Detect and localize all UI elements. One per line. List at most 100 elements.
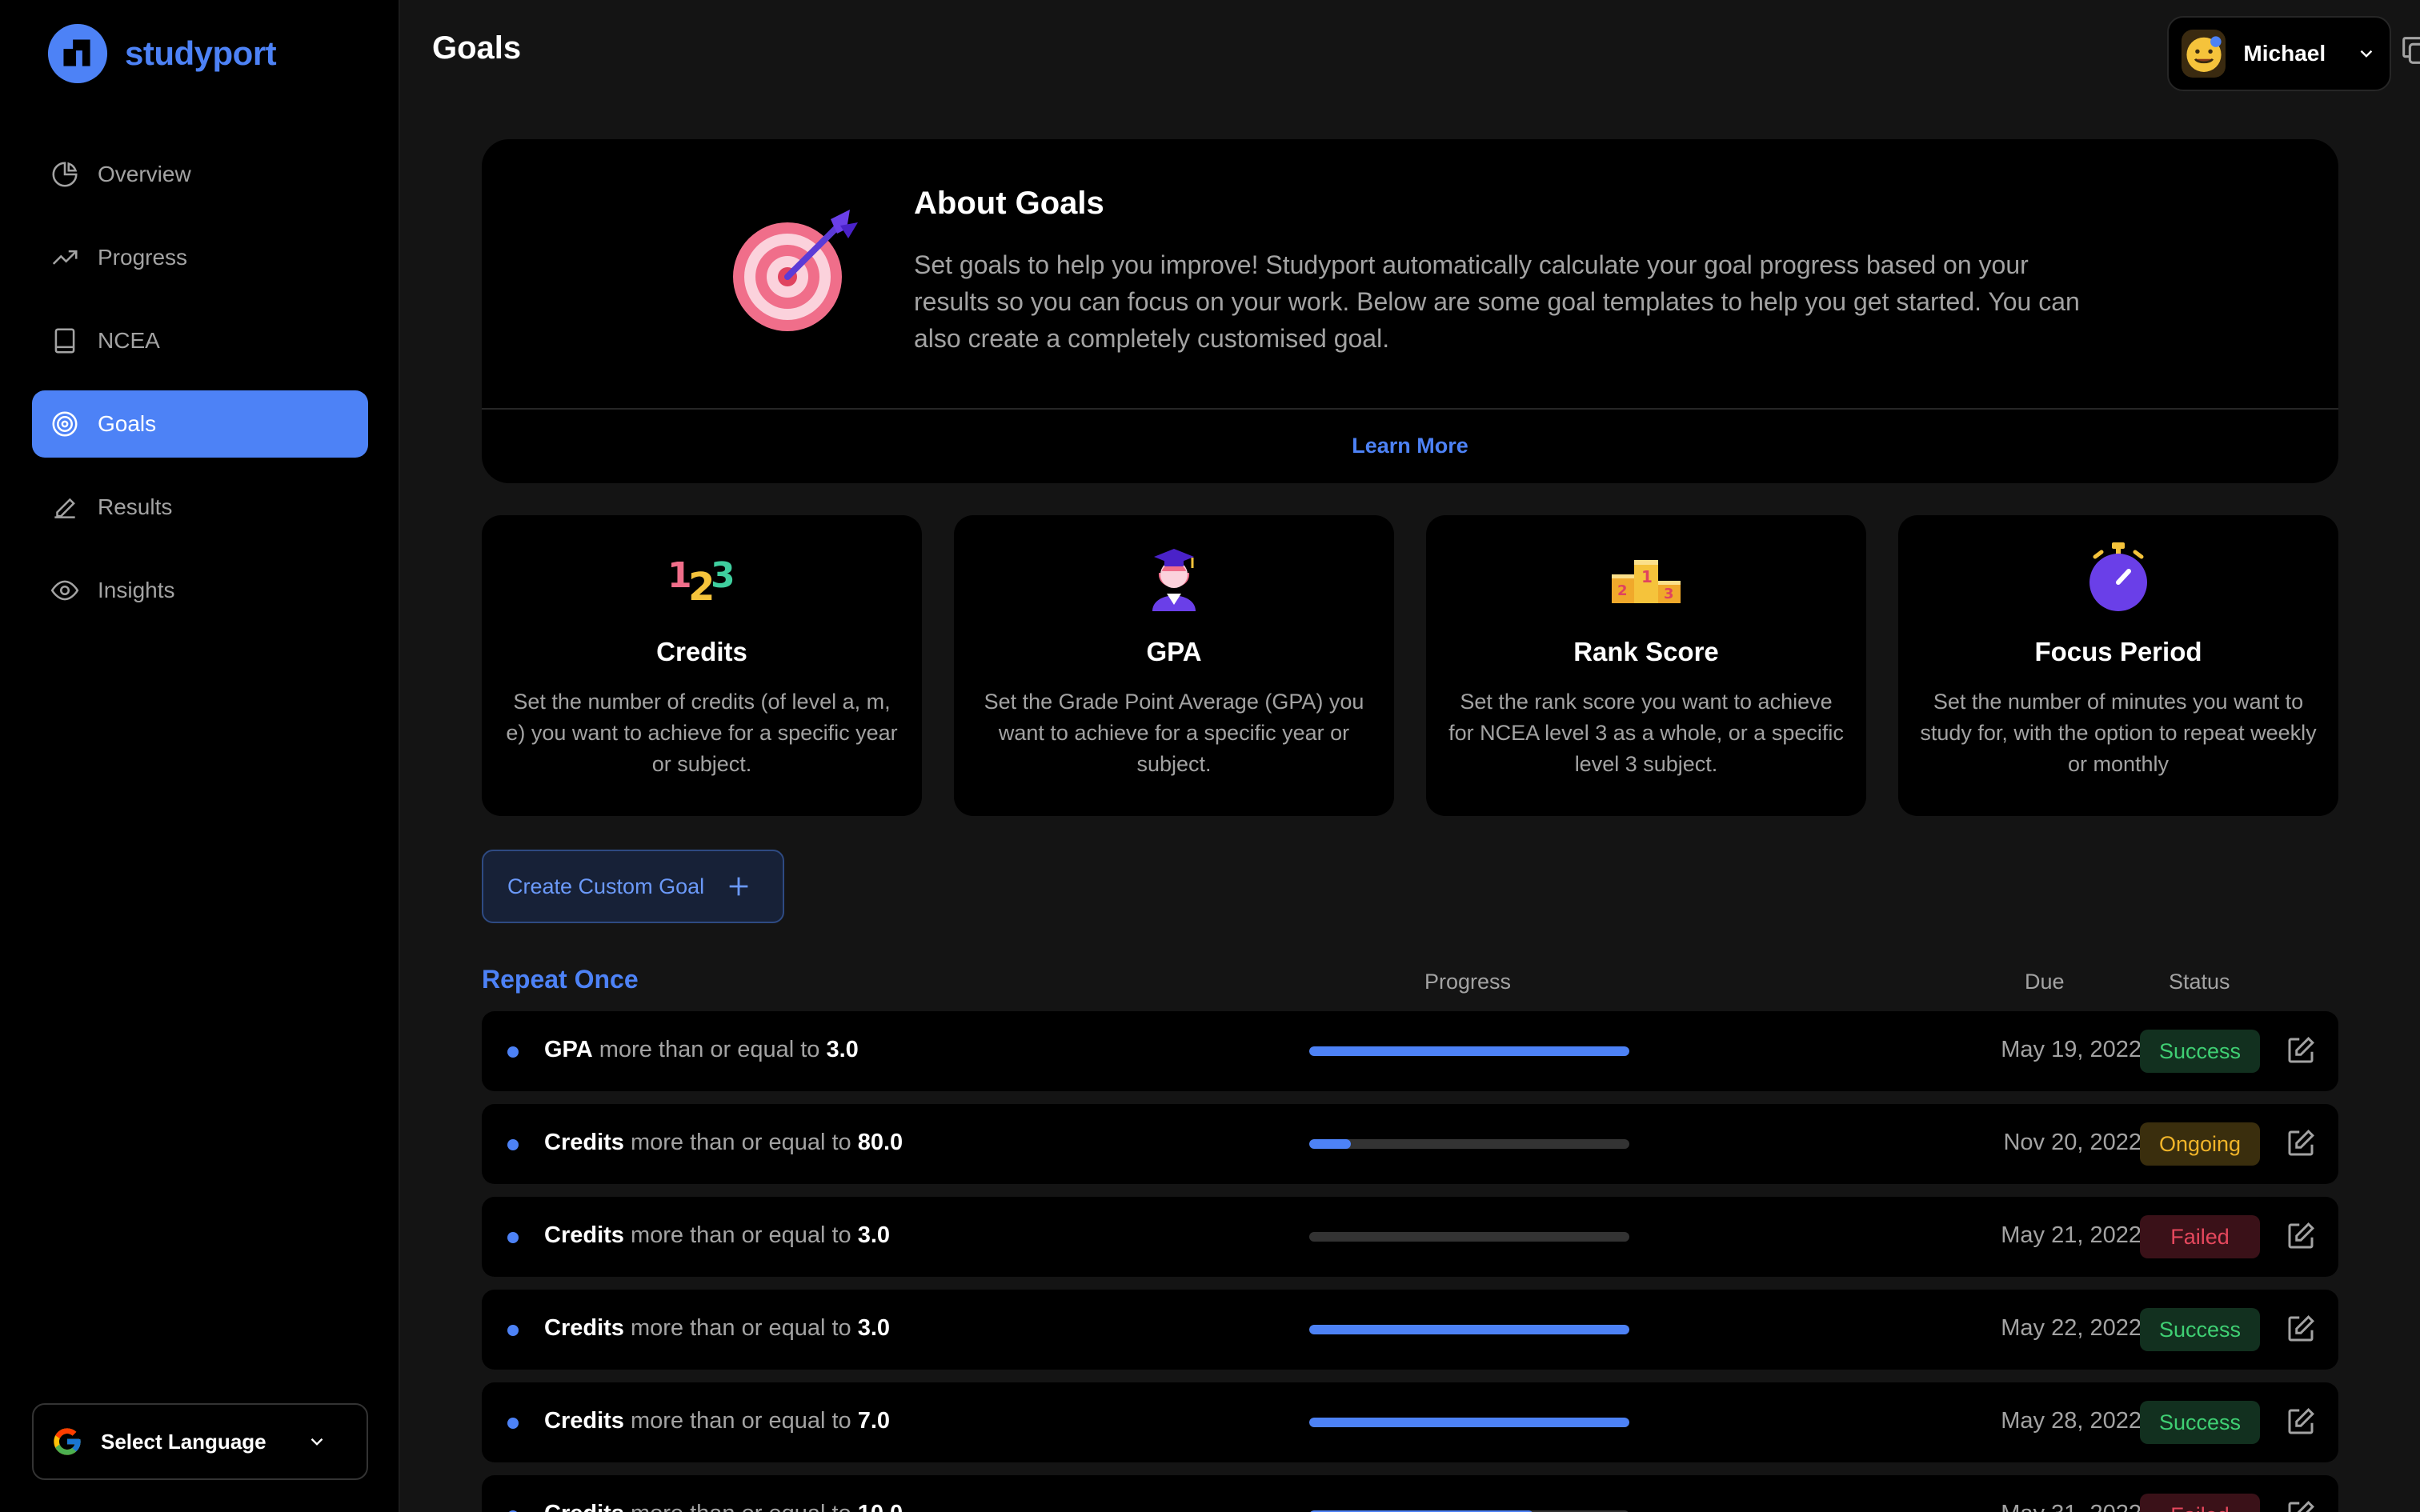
progress-fill [1309,1418,1629,1427]
goal-row[interactable]: Credits more than or equal to 3.0 May 21… [482,1197,2338,1277]
sidebar-item-results[interactable]: Results [32,474,368,541]
due-date: Nov 20, 2022 [2003,1130,2142,1155]
goal-operator: more than or equal to [630,1408,851,1434]
status-badge: Success [2140,1308,2260,1351]
goal-operator: more than or equal to [630,1315,851,1341]
status-badge: Failed [2140,1494,2260,1512]
due-date: May 28, 2022 [2001,1408,2142,1434]
brand-name: studyport [125,34,277,72]
edit-icon[interactable] [2284,1126,2318,1160]
goal-row[interactable]: Credits more than or equal to 7.0 May 28… [482,1382,2338,1462]
sidebar-item-label: Progress [98,245,188,270]
sidebar: studyport Overview Progress NCEA Goals R… [0,0,400,1512]
sidebar-item-label: Goals [98,411,157,436]
eye-icon [50,580,79,601]
sidebar-item-ncea[interactable]: NCEA [32,307,368,374]
template-card-credits[interactable]: 1 2 3 Credits Set the number of credits … [482,515,922,816]
svg-text:3: 3 [1664,586,1674,602]
due-date: May 21, 2022 [2001,1222,2142,1248]
goal-row[interactable]: Credits more than or equal to 3.0 May 22… [482,1290,2338,1370]
goal-list: GPA more than or equal to 3.0 May 19, 20… [482,1011,2338,1512]
goal-row[interactable]: GPA more than or equal to 3.0 May 19, 20… [482,1011,2338,1091]
sidebar-item-label: Overview [98,162,191,186]
edit-icon[interactable] [2284,1219,2318,1253]
progress-fill [1309,1325,1629,1334]
progress-fill [1309,1046,1629,1056]
goal-target: 80.0 [857,1130,903,1155]
stopwatch-icon [2089,542,2147,611]
goal-description: Credits more than or equal to 10.0 [544,1501,903,1512]
language-select[interactable]: Select Language [32,1403,368,1480]
podium-icon: 1 2 3 [1612,560,1681,603]
progress-bar [1309,1139,1629,1149]
create-custom-goal-button[interactable]: Create Custom Goal [482,850,784,923]
learn-more-link[interactable]: Learn More [482,408,2338,483]
template-card-focus-period[interactable]: Focus Period Set the number of minutes y… [1898,515,2338,816]
goal-target: 3.0 [857,1222,891,1248]
template-card-rank-score[interactable]: 1 2 3 Rank Score Set the rank score you … [1426,515,1866,816]
chevron-down-icon [311,1438,323,1446]
sidebar-item-label: Results [98,494,173,519]
goal-target: 3.0 [857,1315,891,1341]
bullet-dot [507,1046,519,1058]
goal-row[interactable]: Credits more than or equal to 10.0 May 3… [482,1475,2338,1512]
goal-metric: Credits [544,1501,624,1512]
template-title: GPA [1146,637,1202,666]
bullet-dot [507,1418,519,1429]
section-title: Repeat Once [482,965,639,994]
goal-description: Credits more than or equal to 7.0 [544,1408,890,1434]
edit-icon[interactable] [2284,1034,2318,1067]
due-date: May 22, 2022 [2001,1315,2142,1341]
plus-icon [729,877,748,896]
status-badge: Success [2140,1030,2260,1073]
goal-description: Credits more than or equal to 3.0 [544,1315,890,1342]
status-badge: Ongoing [2140,1122,2260,1166]
brand[interactable]: studyport [46,22,277,85]
page-title: Goals [432,30,522,66]
about-goals-card: About Goals Set goals to help you improv… [482,139,2338,483]
template-description: Set the rank score you want to achieve f… [1448,690,1844,776]
goal-description: Credits more than or equal to 3.0 [544,1222,890,1249]
sidebar-item-overview[interactable]: Overview [32,141,368,208]
pencil-icon [54,498,75,518]
edit-icon[interactable] [2284,1405,2318,1438]
goal-operator: more than or equal to [631,1501,851,1512]
google-icon [54,1428,81,1455]
status-badge: Success [2140,1401,2260,1444]
edit-icon[interactable] [2284,1498,2318,1512]
sidebar-item-goals[interactable]: Goals [32,390,368,458]
create-custom-goal-label: Create Custom Goal [507,874,705,898]
sidebar-item-progress[interactable]: Progress [32,224,368,291]
svg-text:3: 3 [711,555,735,596]
bullet-dot [507,1139,519,1150]
goal-metric: Credits [544,1408,624,1434]
top-header: Goals Michael [400,0,2420,109]
sidebar-nav: Overview Progress NCEA Goals Results Ins… [32,141,368,640]
goal-metric: Credits [544,1222,624,1248]
svg-text:2: 2 [1617,582,1628,599]
chevron-down-icon [2360,50,2373,58]
goal-target: 3.0 [826,1037,859,1062]
goal-row[interactable]: Credits more than or equal to 80.0 Nov 2… [482,1104,2338,1184]
column-header-due: Due [2025,970,2065,994]
pie-chart-icon [52,162,78,187]
template-title: Rank Score [1573,637,1719,666]
user-name: Michael [2243,41,2326,66]
bullet-dot [507,1232,519,1243]
user-menu[interactable]: Michael [2167,16,2391,91]
sidebar-item-insights[interactable]: Insights [32,557,368,624]
sidebar-item-label: NCEA [98,328,160,353]
goal-description: Credits more than or equal to 80.0 [544,1130,903,1156]
app-root: studyport Overview Progress NCEA Goals R… [0,0,2420,1512]
edit-icon[interactable] [2284,1312,2318,1346]
template-description: Set the Grade Point Average (GPA) you wa… [984,690,1364,776]
bullet-dot [507,1325,519,1336]
goal-operator: more than or equal to [630,1222,851,1248]
progress-bar [1309,1232,1629,1242]
language-select-label: Select Language [101,1429,266,1454]
graduate-icon [1152,549,1196,611]
template-card-gpa[interactable]: GPA Set the Grade Point Average (GPA) yo… [954,515,1394,816]
smiley-avatar-icon [2186,36,2222,72]
template-description: Set the number of minutes you want to st… [1920,690,2317,776]
copy-icon[interactable] [2398,32,2420,69]
